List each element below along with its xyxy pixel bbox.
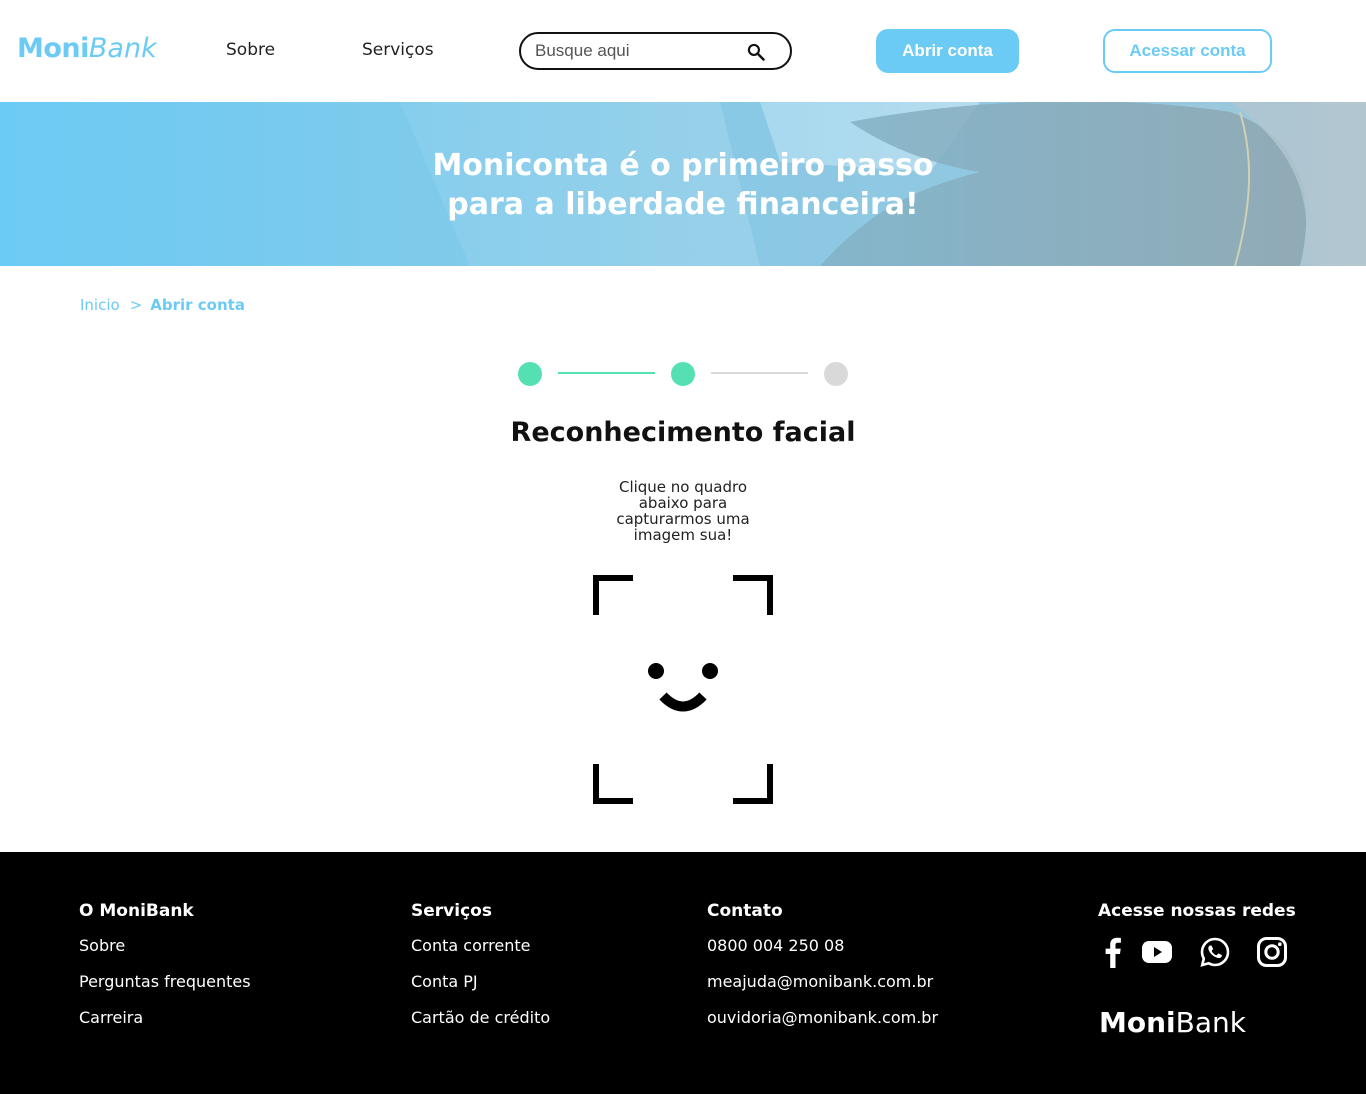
- search-box: [519, 32, 792, 70]
- footer-column-servicos: Serviços Conta corrente Conta PJ Cartão …: [411, 901, 550, 1044]
- section-title: Reconhecimento facial: [510, 417, 856, 448]
- open-account-button[interactable]: Abrir conta: [876, 29, 1019, 73]
- footer-column-contato: Contato 0800 004 250 08 meajuda@monibank…: [707, 901, 938, 1044]
- breadcrumb: Inicio > Abrir conta: [80, 296, 245, 314]
- smiley-face-icon: [648, 663, 718, 712]
- footer-heading-monibank: O MoniBank: [79, 901, 194, 921]
- footer-phone-link[interactable]: 0800 004 250 08: [707, 936, 938, 955]
- footer-link-carreira[interactable]: Carreira: [79, 1008, 251, 1027]
- breadcrumb-home-link[interactable]: Inicio: [80, 296, 120, 314]
- access-account-button[interactable]: Acessar conta: [1103, 29, 1272, 73]
- facebook-icon[interactable]: [1097, 936, 1129, 968]
- whatsapp-icon[interactable]: [1199, 936, 1231, 968]
- footer-heading-contato: Contato: [707, 901, 783, 921]
- footer-link-cartao[interactable]: Cartão de crédito: [411, 1008, 550, 1027]
- step-connector-1: [558, 372, 655, 374]
- logo-bank-text: Bank: [88, 33, 157, 64]
- breadcrumb-separator: >: [129, 296, 143, 314]
- monibank-logo[interactable]: MoniBank: [17, 33, 157, 64]
- search-input[interactable]: [535, 39, 735, 63]
- social-links: [1097, 936, 1289, 972]
- footer-column-monibank: O MoniBank Sobre Perguntas frequentes Ca…: [79, 901, 251, 1044]
- footer-link-conta-pj[interactable]: Conta PJ: [411, 972, 550, 991]
- banner-title-line1: Moniconta é o primeiro passo: [432, 148, 934, 183]
- footer-email-meajuda[interactable]: meajuda@monibank.com.br: [707, 972, 938, 991]
- footer-link-perguntas[interactable]: Perguntas frequentes: [79, 972, 251, 991]
- footer-email-ouvidoria[interactable]: ouvidoria@monibank.com.br: [707, 1008, 938, 1027]
- step-connector-2: [711, 372, 808, 374]
- footer-link-sobre[interactable]: Sobre: [79, 936, 251, 955]
- banner-title-line2: para a liberdade financeira!: [447, 187, 919, 222]
- footer-link-conta-corrente[interactable]: Conta corrente: [411, 936, 550, 955]
- footer-heading-servicos: Serviços: [411, 901, 492, 921]
- footer-logo-bank-text: Bank: [1175, 1006, 1246, 1039]
- hero-banner: Moniconta é o primeiro passo para a libe…: [0, 102, 1366, 266]
- nav-link-sobre[interactable]: Sobre: [226, 40, 275, 60]
- step-1-indicator: [518, 362, 542, 386]
- footer-heading-social: Acesse nossas redes: [1098, 901, 1296, 921]
- footer-column-social: Acesse nossas redes: [1098, 901, 1296, 936]
- breadcrumb-current: Abrir conta: [150, 296, 245, 314]
- nav-link-servicos[interactable]: Serviços: [362, 40, 434, 60]
- step-3-indicator: [824, 362, 848, 386]
- step-2-indicator: [671, 362, 695, 386]
- instagram-icon[interactable]: [1256, 936, 1288, 968]
- capture-instruction: Clique no quadro abaixo para capturarmos…: [616, 478, 750, 544]
- footer-monibank-logo[interactable]: MoniBank: [1099, 1006, 1246, 1039]
- youtube-icon[interactable]: [1141, 936, 1173, 968]
- search-icon[interactable]: [746, 42, 766, 62]
- site-footer: O MoniBank Sobre Perguntas frequentes Ca…: [0, 852, 1366, 1094]
- site-header: MoniBank Sobre Serviços Abrir conta Aces…: [0, 0, 1366, 102]
- banner-title: Moniconta é o primeiro passo para a libe…: [383, 146, 983, 224]
- face-capture-frame[interactable]: [593, 575, 773, 804]
- footer-logo-moni-text: Moni: [1099, 1006, 1176, 1039]
- logo-moni-text: Moni: [17, 33, 89, 64]
